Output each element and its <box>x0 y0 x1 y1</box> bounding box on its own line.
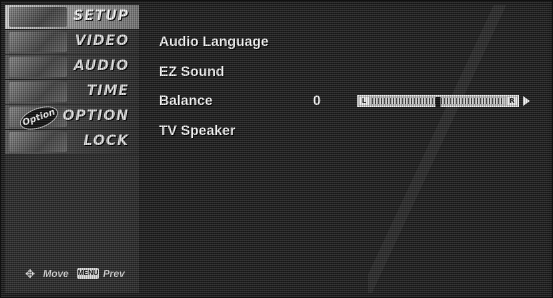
tab-option-label: OPTION <box>62 108 129 124</box>
tab-option[interactable]: Option OPTION <box>5 101 139 135</box>
menu-item-ez-sound[interactable]: EZ Sound <box>159 63 224 79</box>
menu-key-icon: MENU <box>77 268 99 279</box>
balance-slider[interactable]: L R <box>357 95 519 107</box>
audio-thumbnail-icon <box>9 57 67 77</box>
tab-setup-label: SETUP <box>73 8 129 24</box>
tab-lock[interactable]: LOCK <box>5 130 139 155</box>
tab-setup[interactable]: SETUP <box>5 5 139 30</box>
video-thumbnail-icon <box>9 32 67 52</box>
menu-item-balance[interactable]: Balance <box>159 92 213 108</box>
prev-hint-label: Prev <box>103 269 125 280</box>
four-way-arrow-icon: ✥ <box>25 267 36 281</box>
tv-osd-screen: SETUP VIDEO AUDIO TIME Option OPTION LOC… <box>0 0 553 298</box>
setup-thumbnail-icon <box>9 7 67 27</box>
slider-knob[interactable] <box>435 97 441 107</box>
tab-audio[interactable]: AUDIO <box>5 55 139 80</box>
menu-item-tv-speaker[interactable]: TV Speaker <box>159 122 235 138</box>
slider-track[interactable] <box>372 97 504 107</box>
navigation-hint: ✥ Move MENU Prev <box>5 265 139 285</box>
tab-lock-label: LOCK <box>83 133 129 149</box>
tab-time-label: TIME <box>86 83 129 99</box>
tab-audio-label: AUDIO <box>73 58 129 74</box>
move-hint-label: Move <box>43 269 69 280</box>
arrow-right-icon[interactable] <box>523 96 530 106</box>
time-thumbnail-icon <box>9 82 67 102</box>
lock-thumbnail-icon <box>9 132 67 152</box>
menu-sidebar: SETUP VIDEO AUDIO TIME Option OPTION LOC… <box>5 5 139 293</box>
tab-time[interactable]: TIME <box>5 80 139 105</box>
balance-value: 0 <box>313 92 321 108</box>
audio-menu-panel: Audio Language EZ Sound Balance 0 L R TV… <box>141 5 548 293</box>
tab-video-label: VIDEO <box>74 33 129 49</box>
menu-item-audio-language[interactable]: Audio Language <box>159 33 269 49</box>
slider-right-cap: R <box>507 97 517 105</box>
tab-video[interactable]: VIDEO <box>5 30 139 55</box>
slider-left-cap: L <box>359 97 369 105</box>
